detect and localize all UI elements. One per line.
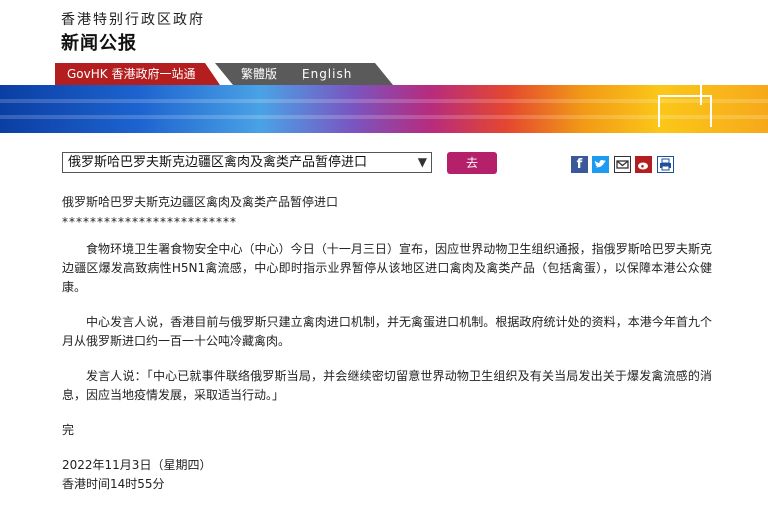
- banner-stripe: [0, 99, 768, 103]
- language-tabs: 繁體版 English: [215, 63, 393, 85]
- paragraph: 中心发言人说，香港目前与俄罗斯只建立禽肉进口机制，并无禽蛋进口机制。根据政府统计…: [62, 315, 712, 348]
- weibo-icon[interactable]: [635, 156, 652, 173]
- tab-strip: GovHK 香港政府一站通 繁體版 English: [0, 63, 768, 85]
- release-date: 2022年11月3日（星期四）: [62, 458, 212, 472]
- gov-title: 香港特别行政区政府: [61, 12, 205, 28]
- release-time: 香港时间14时55分: [62, 477, 165, 491]
- go-button[interactable]: 去: [447, 152, 497, 174]
- email-icon[interactable]: [614, 156, 631, 173]
- end-mark: 完: [62, 423, 75, 437]
- banner-decoration: [700, 85, 732, 105]
- govhk-link[interactable]: GovHK 香港政府一站通: [55, 63, 220, 85]
- article-headline: 俄罗斯哈巴罗夫斯克边疆区禽肉及禽类产品暂停进口: [62, 195, 339, 209]
- banner-stripe: [0, 115, 768, 119]
- select-value: 俄罗斯哈巴罗夫斯克边疆区禽肉及禽类产品暂停进口: [68, 155, 368, 170]
- traditional-chinese-link[interactable]: 繁體版: [241, 63, 277, 85]
- paragraph: 食物环境卫生署食物安全中心（中心）今日（十一月三日）宣布，因应世界动物卫生组织通…: [62, 242, 712, 294]
- star-divider: *************************: [62, 215, 237, 229]
- english-link[interactable]: English: [302, 63, 352, 85]
- print-icon[interactable]: [657, 156, 674, 173]
- press-release-body: 俄罗斯哈巴罗夫斯克边疆区禽肉及禽类产品暂停进口 ****************…: [62, 193, 712, 494]
- facebook-icon[interactable]: f: [571, 156, 588, 173]
- twitter-icon[interactable]: [592, 156, 609, 173]
- banner-image: [0, 85, 768, 133]
- page-title: 新闻公报: [61, 33, 137, 54]
- paragraph: 发言人说：「中心已就事件联络俄罗斯当局，并会继续密切留意世界动物卫生组织及有关当…: [62, 369, 712, 402]
- chevron-down-icon: ▼: [417, 155, 427, 169]
- press-release-select[interactable]: 俄罗斯哈巴罗夫斯克边疆区禽肉及禽类产品暂停进口 ▼: [62, 152, 432, 173]
